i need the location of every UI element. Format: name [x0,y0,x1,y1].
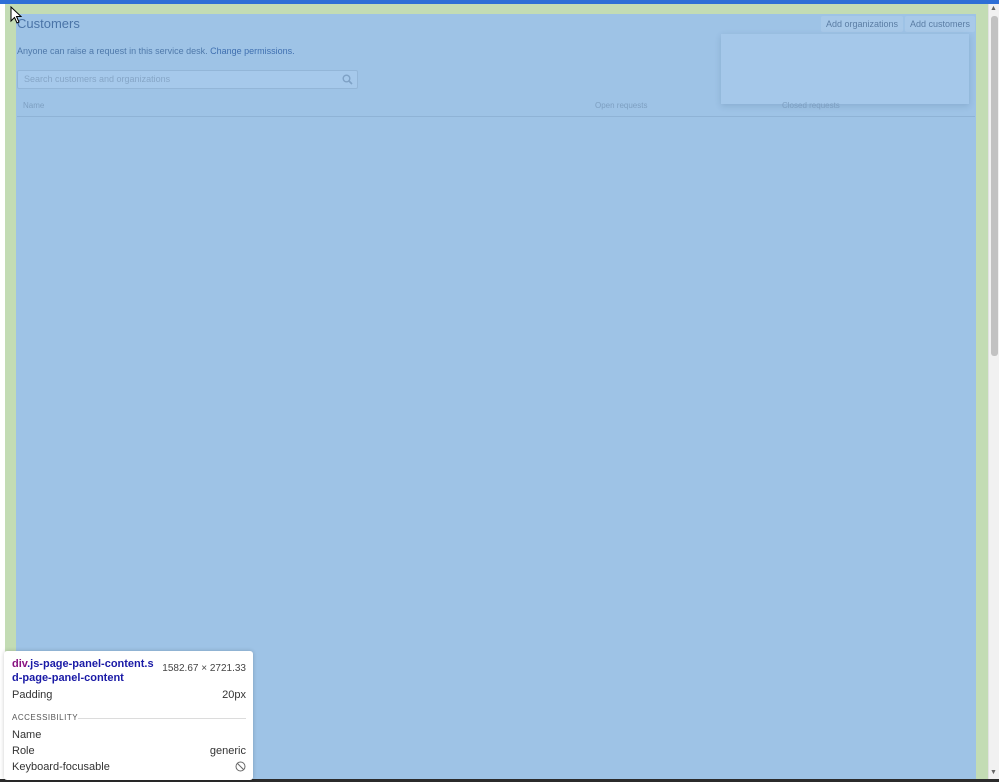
selector-classes: .js-page-panel-content.sd-page-panel-con… [12,658,154,684]
padding-row: Padding 20px [12,689,246,701]
name-row: Name [12,729,246,741]
permissions-text: Anyone can raise a request in this servi… [17,46,208,56]
role-label: Role [12,745,35,757]
permissions-message: Anyone can raise a request in this servi… [17,46,295,56]
no-entry-icon [235,761,246,772]
name-label: Name [12,729,42,741]
page-title: Customers [17,16,80,31]
scrollbar-thumb[interactable] [991,16,998,356]
devtools-inspect-tooltip: div.js-page-panel-content.sd-page-panel-… [4,651,253,780]
element-size: 1582.67 × 2721.33 [162,663,246,674]
search-input[interactable]: Search customers and organizations [24,74,170,84]
add-customers-button[interactable]: Add customers [905,16,976,32]
mouse-cursor-icon [10,6,22,24]
role-row: Role generic [12,745,246,757]
table-header: Name Open requests Closed requests [17,99,975,117]
section-divider [78,718,246,719]
column-header-name[interactable]: Name [23,101,44,110]
scroll-down-arrow-icon[interactable]: ▼ [990,769,997,777]
column-header-closed-requests[interactable]: Closed requests [782,101,840,110]
dropdown-panel [721,34,969,104]
add-organizations-button[interactable]: Add organizations [821,16,904,32]
keyboard-focusable-label: Keyboard-focusable [12,761,110,773]
padding-label: Padding [12,689,53,701]
search-icon[interactable] [342,74,353,85]
search-field[interactable]: Search customers and organizations [17,70,358,89]
column-header-open-requests[interactable]: Open requests [595,101,647,110]
role-value: generic [209,745,246,757]
vertical-scrollbar[interactable]: ▲ ▼ [988,4,999,780]
element-selector: div.js-page-panel-content.sd-page-panel-… [12,657,154,685]
selector-tag: div [12,658,28,670]
scroll-up-arrow-icon[interactable]: ▲ [990,5,997,13]
keyboard-focusable-row: Keyboard-focusable [12,761,246,773]
padding-value: 20px [222,689,246,701]
change-permissions-link[interactable]: Change permissions. [210,46,295,56]
